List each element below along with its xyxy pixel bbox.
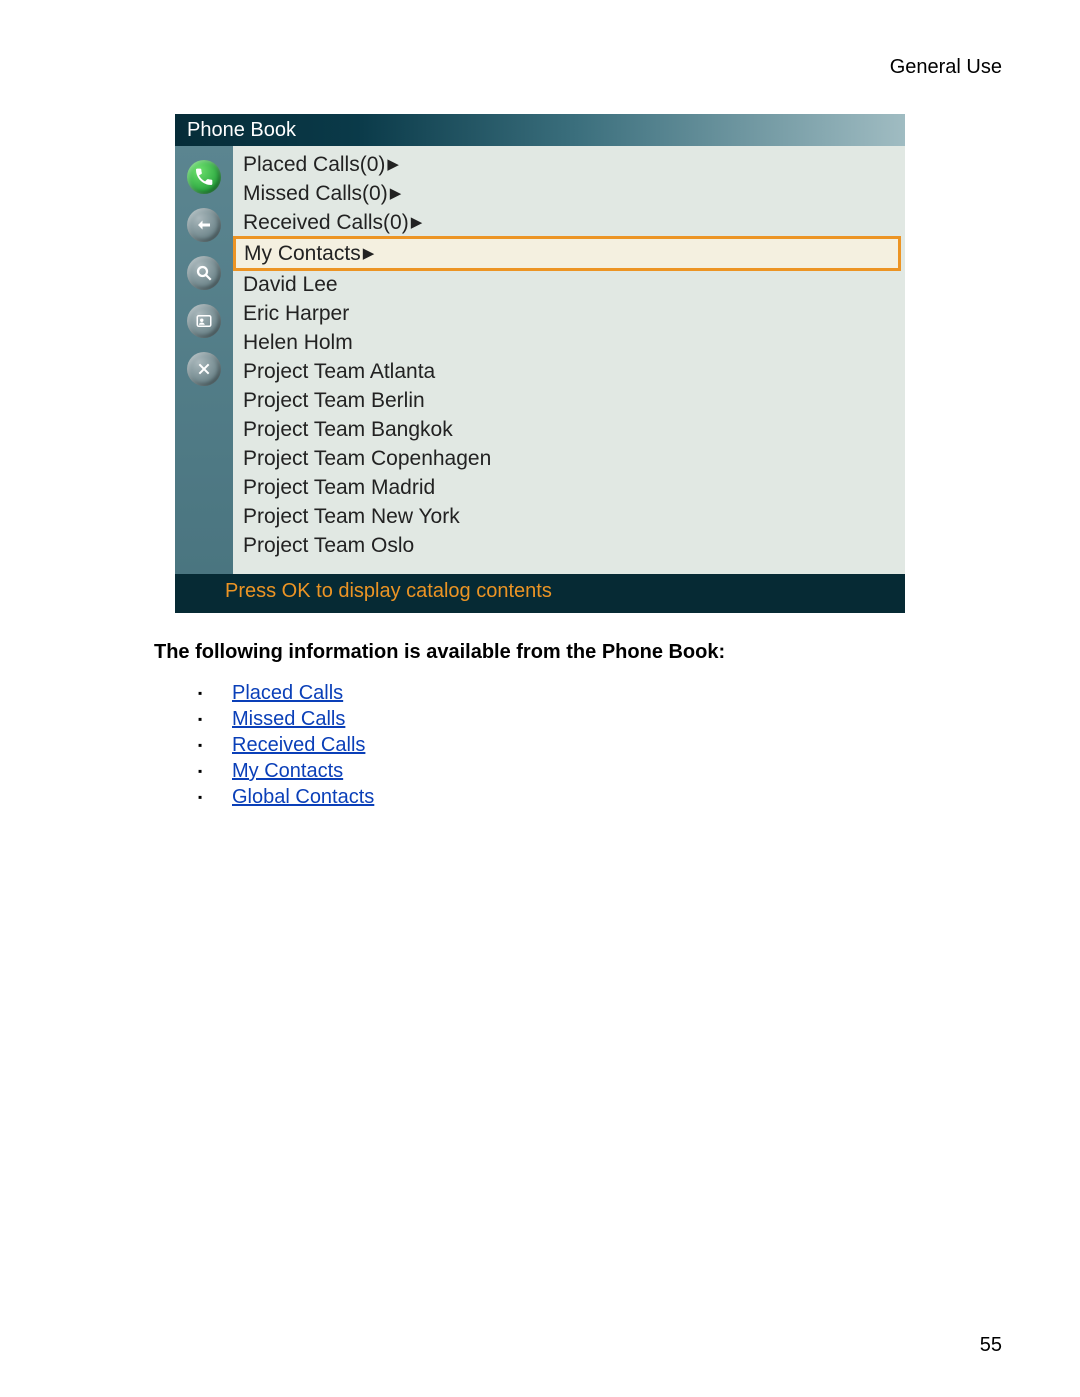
phonebook-row[interactable]: Eric Harper: [233, 299, 905, 328]
phonebook-row-label: Helen Holm: [243, 329, 353, 356]
triangle-right-icon: ▶: [387, 151, 399, 178]
phonebook-row[interactable]: David Lee: [233, 270, 905, 299]
phonebook-row-label: My Contacts: [244, 240, 361, 267]
phone-icon[interactable]: [187, 160, 221, 194]
contact-card-icon[interactable]: [187, 304, 221, 338]
phonebook-row-label: Project Team Atlanta: [243, 358, 435, 385]
doc-link[interactable]: Global Contacts: [232, 786, 374, 808]
phonebook-row-label: Project Team Bangkok: [243, 416, 453, 443]
phonebook-row[interactable]: My Contacts▶: [233, 236, 901, 271]
link-item: Missed Calls: [198, 706, 1012, 732]
doc-link[interactable]: Placed Calls: [232, 682, 343, 704]
doc-link[interactable]: Missed Calls: [232, 708, 345, 730]
phonebook-row[interactable]: Received Calls(0)▶: [233, 208, 905, 237]
phonebook-row-label: Received Calls(0): [243, 209, 409, 236]
phonebook-icon-column: [175, 146, 233, 574]
phonebook-row[interactable]: Project Team Madrid: [233, 473, 905, 502]
link-item: Placed Calls: [198, 680, 1012, 706]
search-icon[interactable]: [187, 256, 221, 290]
back-icon[interactable]: [187, 208, 221, 242]
phonebook-row[interactable]: Project Team Oslo: [233, 531, 905, 560]
phonebook-row-label: Eric Harper: [243, 300, 349, 327]
phonebook-row-label: Project Team Copenhagen: [243, 445, 491, 472]
phonebook-row-label: Project Team New York: [243, 503, 460, 530]
section-header: General Use: [68, 56, 1012, 79]
close-icon[interactable]: [187, 352, 221, 386]
phonebook-row[interactable]: Project Team Berlin: [233, 386, 905, 415]
link-item: Global Contacts: [198, 784, 1012, 810]
page-number: 55: [980, 1334, 1002, 1357]
phonebook-row-label: David Lee: [243, 271, 338, 298]
phonebook-list: Placed Calls(0)▶Missed Calls(0)▶Received…: [233, 146, 905, 574]
phonebook-row-label: Placed Calls(0): [243, 151, 385, 178]
triangle-right-icon: ▶: [363, 240, 375, 267]
phonebook-panel: Phone Book P: [175, 114, 905, 613]
link-item: Received Calls: [198, 732, 1012, 758]
phonebook-row-label: Project Team Madrid: [243, 474, 435, 501]
phonebook-row-label: Missed Calls(0): [243, 180, 388, 207]
phonebook-row[interactable]: Project Team Atlanta: [233, 357, 905, 386]
doc-link[interactable]: Received Calls: [232, 734, 365, 756]
phonebook-row[interactable]: Project Team Bangkok: [233, 415, 905, 444]
phonebook-footer: Press OK to display catalog contents: [175, 574, 905, 613]
phonebook-row[interactable]: Project Team New York: [233, 502, 905, 531]
phonebook-body: Placed Calls(0)▶Missed Calls(0)▶Received…: [175, 146, 905, 574]
phonebook-row-label: Project Team Berlin: [243, 387, 425, 414]
phonebook-row[interactable]: Missed Calls(0)▶: [233, 179, 905, 208]
phonebook-row-label: Project Team Oslo: [243, 532, 414, 559]
doc-link[interactable]: My Contacts: [232, 760, 343, 782]
phonebook-row[interactable]: Helen Holm: [233, 328, 905, 357]
links-list: Placed Calls Missed Calls Received Calls My…: [198, 680, 1012, 810]
triangle-right-icon: ▶: [411, 209, 423, 236]
link-item: My Contacts: [198, 758, 1012, 784]
phonebook-row[interactable]: Placed Calls(0)▶: [233, 150, 905, 179]
triangle-right-icon: ▶: [390, 180, 402, 207]
phonebook-title: Phone Book: [175, 114, 905, 146]
phonebook-row[interactable]: Project Team Copenhagen: [233, 444, 905, 473]
document-page: General Use Phone Book: [0, 0, 1080, 1397]
intro-text: The following information is available f…: [154, 641, 1012, 664]
